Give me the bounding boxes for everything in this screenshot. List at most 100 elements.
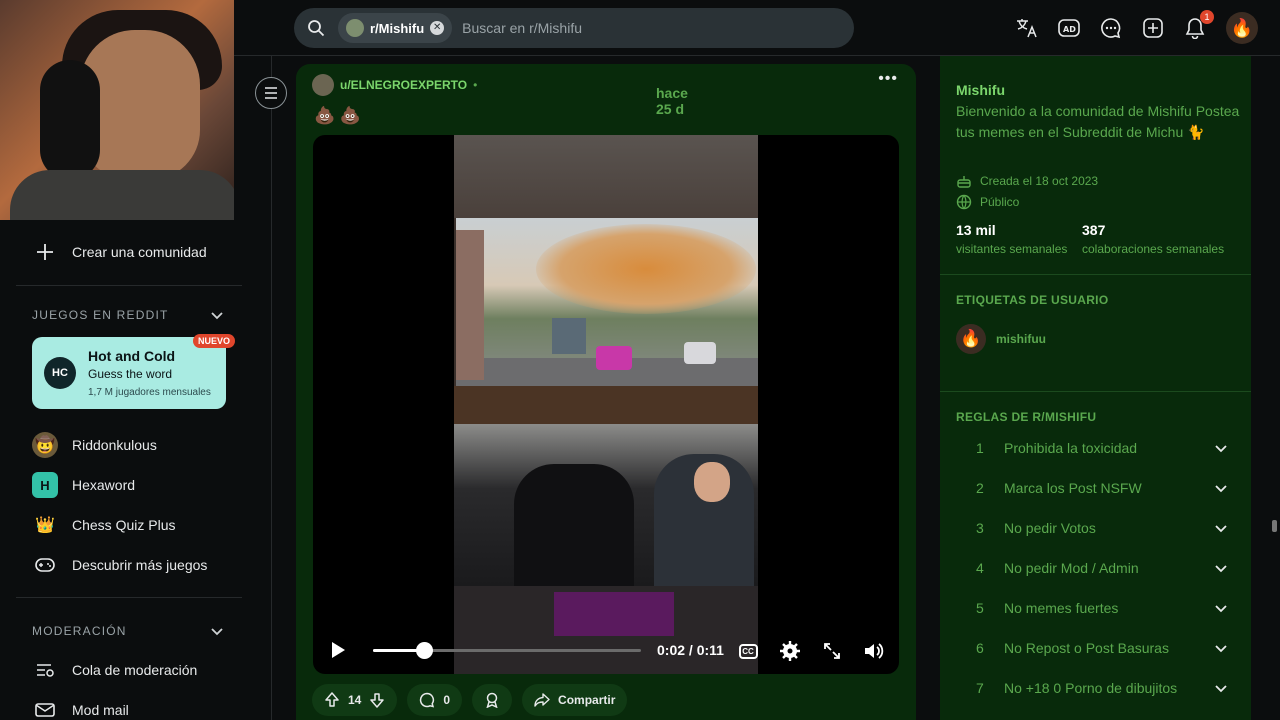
chevron-down-icon[interactable] xyxy=(1214,441,1228,455)
post-card[interactable]: u/ELNEGROEXPERTO • hace 25 d ••• 💩 💩 0:0… xyxy=(296,64,916,720)
chevron-down-icon xyxy=(211,312,223,320)
rule-text: No pedir Votos xyxy=(1004,520,1096,536)
rule-item[interactable]: 3 No pedir Votos xyxy=(976,508,1228,548)
featured-game-card[interactable]: HC Hot and Cold Guess the word 1,7 M jug… xyxy=(32,337,226,409)
rule-text: No pedir Mod / Admin xyxy=(1004,560,1139,576)
comments-button[interactable]: 0 xyxy=(407,684,463,716)
chevron-down-icon[interactable] xyxy=(1214,481,1228,495)
community-description: Bienvenido a la comunidad de Mishifu Pos… xyxy=(956,103,1240,140)
sidebar-item-riddonkulous[interactable]: 🤠 Riddonkulous xyxy=(32,432,157,458)
scrollbar[interactable] xyxy=(1272,520,1277,532)
rule-text: No Repost o Post Basuras xyxy=(1004,640,1169,656)
volume-icon[interactable] xyxy=(863,640,885,662)
play-icon[interactable] xyxy=(329,640,347,665)
community-avatar xyxy=(346,19,364,37)
rule-item[interactable]: 5 No memes fuertes xyxy=(976,588,1228,628)
video-frame xyxy=(454,135,758,674)
post-body: 💩 💩 xyxy=(314,106,362,125)
seek-handle[interactable] xyxy=(415,642,433,659)
sidebar-item-chess-quiz-plus[interactable]: 👑 Chess Quiz Plus xyxy=(32,512,175,538)
sidebar-item-discover-games[interactable]: Descubrir más juegos xyxy=(32,552,207,578)
menu-toggle-icon[interactable] xyxy=(255,77,287,109)
sidebar-item-mod-mail[interactable]: Mod mail xyxy=(32,697,129,720)
post-author[interactable]: u/ELNEGROEXPERTO xyxy=(340,78,467,92)
chat-icon[interactable] xyxy=(1100,17,1122,39)
search-bar[interactable]: r/Mishifu ✕ Buscar en r/Mishifu xyxy=(294,8,854,48)
create-post-icon[interactable] xyxy=(1142,17,1164,39)
video-time: 0:02 / 0:11 xyxy=(657,642,724,658)
featured-game-players: 1,7 M jugadores mensuales xyxy=(88,387,211,398)
chevron-down-icon[interactable] xyxy=(1214,601,1228,615)
share-icon xyxy=(534,693,550,707)
chevron-down-icon[interactable] xyxy=(1214,561,1228,575)
video-seek-bar[interactable] xyxy=(373,642,641,659)
search-input[interactable]: Buscar en r/Mishifu xyxy=(462,20,582,36)
hot-and-cold-logo-icon: HC xyxy=(44,357,76,389)
rule-item[interactable]: 4 No pedir Mod / Admin xyxy=(976,548,1228,588)
captions-icon[interactable]: CC xyxy=(737,640,759,662)
notifications-icon[interactable]: 1 xyxy=(1184,10,1214,39)
weekly-contributions-stat: 387 colaboraciones semanales xyxy=(1082,222,1225,256)
divider xyxy=(16,597,242,598)
community-filter-chip[interactable]: r/Mishifu ✕ xyxy=(338,13,453,43)
weekly-visitors-stat: 13 mil visitantes semanales xyxy=(956,222,1068,256)
vote-count: 14 xyxy=(348,693,362,707)
clear-chip-icon[interactable]: ✕ xyxy=(430,21,445,35)
fullscreen-icon[interactable] xyxy=(821,640,843,662)
hexaword-icon: H xyxy=(32,472,58,498)
share-button[interactable]: Compartir xyxy=(522,684,628,716)
chevron-down-icon xyxy=(211,628,223,636)
translate-icon[interactable] xyxy=(1016,17,1038,39)
flair-avatar: 🔥 xyxy=(956,324,986,354)
plus-icon xyxy=(32,239,58,265)
rule-number: 2 xyxy=(976,480,984,496)
games-section-header[interactable]: JUEGOS EN REDDIT xyxy=(32,308,224,322)
chevron-down-icon[interactable] xyxy=(1214,681,1228,695)
video-player[interactable]: 0:02 / 0:11 CC xyxy=(313,135,899,674)
notification-badge: 1 xyxy=(1200,10,1214,24)
rule-item[interactable]: 7 No +18 0 Porno de dibujitos xyxy=(976,668,1228,708)
user-flair[interactable]: 🔥 mishifuu xyxy=(956,324,1046,354)
award-icon xyxy=(486,692,498,708)
rule-item[interactable]: 2 Marca los Post NSFW xyxy=(976,468,1228,508)
rule-number: 4 xyxy=(976,560,984,576)
sidebar-item-hexaword[interactable]: H Hexaword xyxy=(32,472,135,498)
chevron-down-icon[interactable] xyxy=(1214,521,1228,535)
rule-item[interactable]: 6 No Repost o Post Basuras xyxy=(976,628,1228,668)
user-flair-header: ETIQUETAS DE USUARIO xyxy=(956,293,1109,307)
chevron-down-icon[interactable] xyxy=(1214,641,1228,655)
user-avatar[interactable]: 🔥 xyxy=(1226,12,1258,44)
left-sidebar: Crear una comunidad JUEGOS EN REDDIT HC … xyxy=(0,0,272,720)
rule-number: 5 xyxy=(976,600,984,616)
webcam-overlay xyxy=(0,0,234,220)
community-name: Mishifu xyxy=(956,82,1005,98)
mail-icon xyxy=(32,697,58,720)
create-community-label: Crear una comunidad xyxy=(72,244,207,260)
sidebar-item-mod-queue[interactable]: Cola de moderación xyxy=(32,657,197,683)
vote-group: 14 xyxy=(312,684,398,716)
award-button[interactable] xyxy=(472,684,513,716)
upvote-icon[interactable] xyxy=(324,692,340,708)
downvote-icon[interactable] xyxy=(369,692,385,708)
community-created: Creada el 18 oct 2023 xyxy=(956,173,1098,189)
comment-count: 0 xyxy=(443,693,451,707)
comment-icon xyxy=(420,692,435,708)
settings-gear-icon[interactable] xyxy=(779,640,801,662)
rule-number: 1 xyxy=(976,440,984,456)
author-avatar[interactable] xyxy=(312,74,334,96)
divider xyxy=(940,274,1251,275)
riddonkulous-icon: 🤠 xyxy=(32,432,58,458)
rule-number: 7 xyxy=(976,680,984,696)
post-actions: 14 0 Compartir xyxy=(312,684,628,716)
more-options-icon[interactable]: ••• xyxy=(878,70,898,88)
community-visibility: Público xyxy=(956,194,1019,210)
rules-header: REGLAS DE R/MISHIFU xyxy=(956,410,1097,424)
rule-item[interactable]: 1 Prohibida la toxicidad xyxy=(976,428,1228,468)
rule-number: 3 xyxy=(976,520,984,536)
featured-game-title: Hot and Cold xyxy=(88,348,176,364)
create-community-button[interactable]: Crear una comunidad xyxy=(32,239,207,265)
advertise-icon[interactable]: AD xyxy=(1058,17,1080,39)
crown-icon: 👑 xyxy=(35,517,55,534)
video-controls: 0:02 / 0:11 CC xyxy=(313,631,899,671)
moderation-section-header[interactable]: MODERACIÓN xyxy=(32,624,224,638)
